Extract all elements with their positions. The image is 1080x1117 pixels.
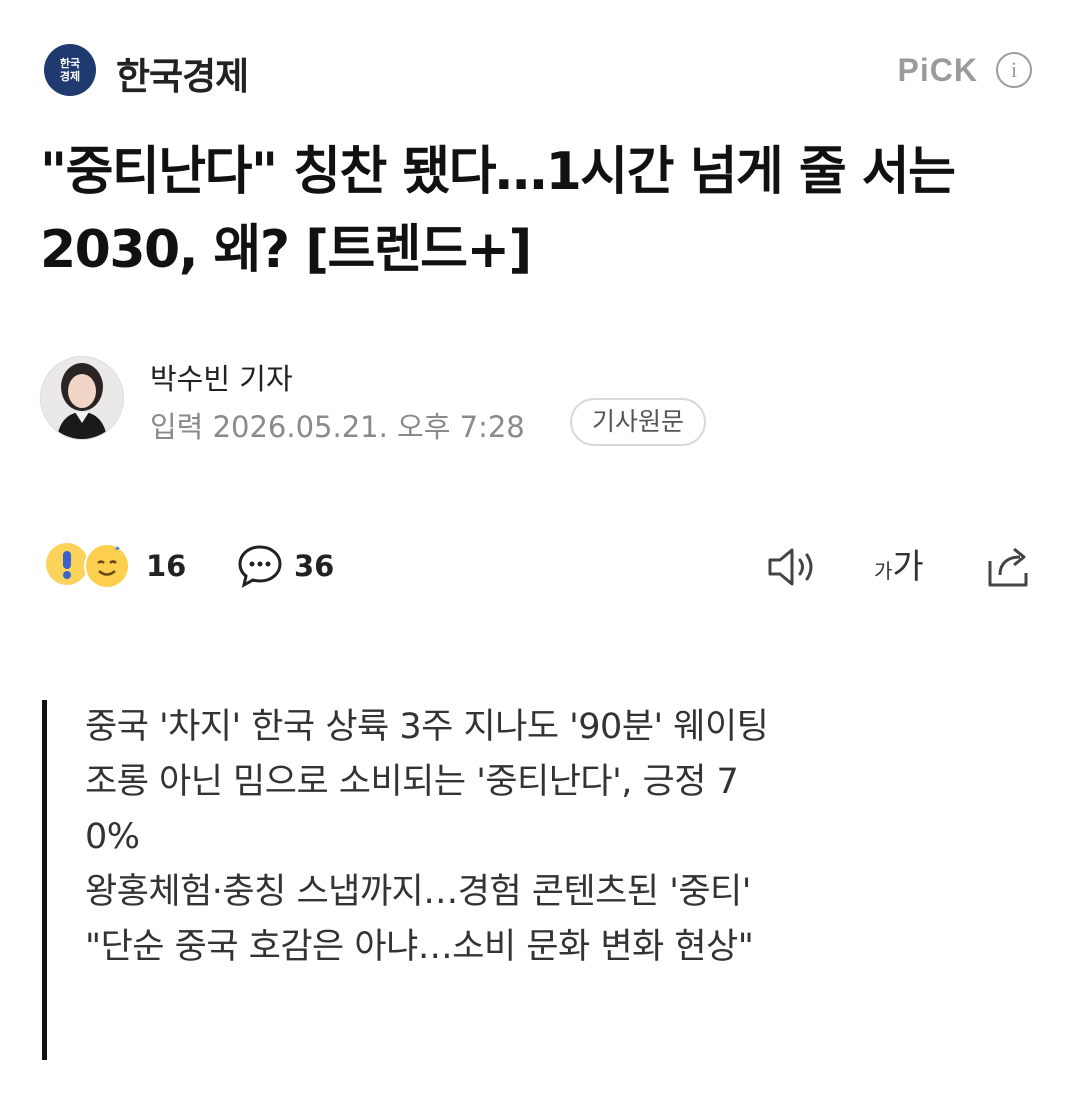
- font-size-icon[interactable]: 가가: [874, 545, 924, 589]
- reporter-name[interactable]: 박수빈 기자: [150, 356, 293, 398]
- pick-label: PiCK: [897, 52, 978, 88]
- summary-line: "단순 중국 호감은 아냐…소비 문화 변화 현상": [85, 927, 754, 967]
- surprised-emoji-icon: [47, 544, 87, 584]
- comment-icon[interactable]: [236, 543, 284, 589]
- reporter-photo: [41, 357, 123, 439]
- original-article-button[interactable]: 기사원문: [570, 398, 707, 446]
- byline: 박수빈 기자 입력 2026.05.21. 오후 7:28 기사원문: [40, 356, 1040, 446]
- smile-emoji-icon[interactable]: [84, 543, 130, 589]
- share-icon[interactable]: [984, 543, 1034, 591]
- font-small-glyph: 가: [874, 559, 893, 583]
- article-summary: 중국 '차지' 한국 상륙 3주 지나도 '90분' 웨이팅 조롱 아닌 밈으로…: [42, 700, 1032, 1060]
- reaction-count[interactable]: 16: [146, 549, 186, 583]
- reaction-emoji-icon[interactable]: [46, 543, 88, 585]
- summary-line: 0%: [85, 817, 140, 857]
- press-name[interactable]: 한국경제: [116, 46, 249, 100]
- article-title: "중티난다" 칭찬 됐다…1시간 넘게 줄 서는 2030, 왜? [트렌드+]: [40, 142, 956, 280]
- press-logo[interactable]: 한국 경제: [44, 44, 96, 96]
- summary-line: 왕홍체험·충칭 스냅까지…경험 콘텐츠된 '중티': [85, 872, 751, 912]
- article-action-bar: 16 36 가가: [46, 535, 1046, 605]
- summary-line: 조롱 아닌 밈으로 소비되는 '중티난다', 긍정 7: [85, 762, 739, 802]
- published-date: 입력 2026.05.21. 오후 7:28: [150, 410, 525, 444]
- reporter-avatar[interactable]: [40, 356, 124, 440]
- font-large-glyph: 가: [892, 547, 924, 587]
- comment-count[interactable]: 36: [294, 549, 334, 583]
- press-logo-text: 한국 경제: [59, 57, 81, 83]
- article-header: 한국 경제 한국경제 PiCK i: [44, 38, 1044, 102]
- summary-line: 중국 '차지' 한국 상륙 3주 지나도 '90분' 웨이팅: [85, 707, 769, 747]
- tts-speaker-icon[interactable]: [766, 545, 822, 589]
- info-icon[interactable]: i: [996, 52, 1032, 88]
